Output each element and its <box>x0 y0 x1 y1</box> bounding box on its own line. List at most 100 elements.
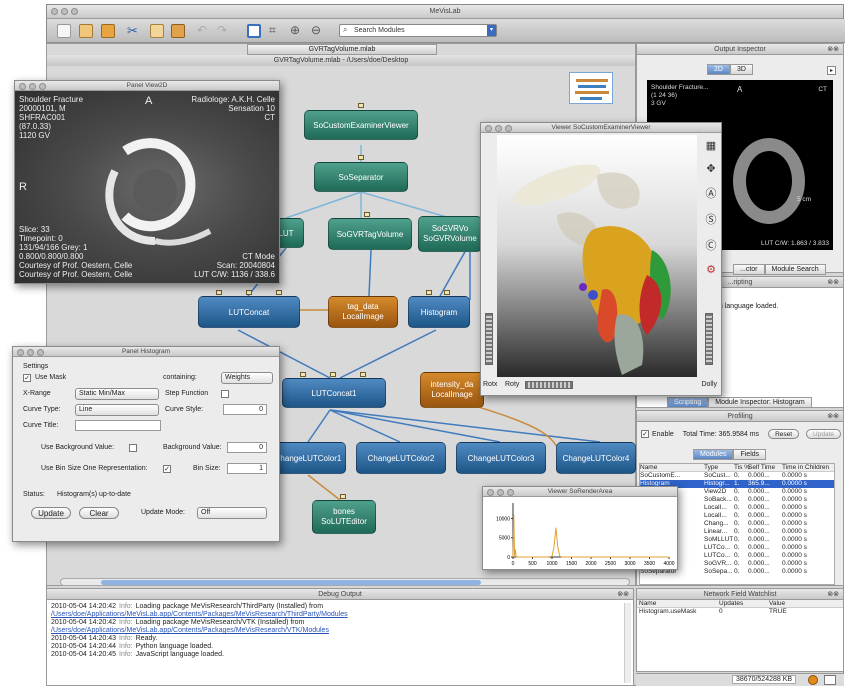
node-label: bones <box>333 507 355 516</box>
enable-checkbox[interactable]: ✓ <box>641 430 649 438</box>
axis-c-icon[interactable]: Ⓒ <box>703 237 719 253</box>
node-port[interactable] <box>246 290 252 295</box>
node-port[interactable] <box>426 290 432 295</box>
tab-module-search[interactable]: Module Search <box>764 264 826 275</box>
tab-modules[interactable]: Modules <box>693 449 734 460</box>
watchlist-row[interactable]: Histogram.useMask 0 TRUE <box>637 608 843 616</box>
xrange-select[interactable]: Static Min/Max <box>75 388 159 400</box>
tab-fields[interactable]: Fields <box>733 449 767 460</box>
close-window-icon[interactable] <box>17 349 24 356</box>
viewer3d-render[interactable] <box>497 135 697 377</box>
minimize-window-icon[interactable] <box>27 349 34 356</box>
zoom-window-icon[interactable] <box>37 349 44 356</box>
axis-a-icon[interactable]: Ⓐ <box>703 185 719 201</box>
output-dropdown-icon[interactable]: ▸ <box>827 66 836 75</box>
node-sogvrtagvolume[interactable]: SoGVRTagVolume <box>328 218 412 250</box>
zoom-window-icon[interactable] <box>507 489 514 496</box>
node-port[interactable] <box>364 212 370 217</box>
use-bg-checkbox[interactable] <box>129 444 137 452</box>
node-port[interactable] <box>276 290 282 295</box>
node-port[interactable] <box>330 372 336 377</box>
move-icon[interactable]: ✥ <box>703 162 719 175</box>
tab-3d[interactable]: 3D <box>729 64 753 75</box>
output-inspector-titlebar: Output Inspector ⊗⊗ <box>637 44 843 55</box>
close-icon[interactable]: ⊗⊗ <box>827 277 839 288</box>
tab-scripting[interactable]: Scripting <box>667 397 709 408</box>
node-changelutcolor1[interactable]: ChangeLUTColor1 <box>270 442 346 474</box>
output-overlay-ct: CT <box>818 86 827 93</box>
zoom-window-icon[interactable] <box>39 83 46 90</box>
tab-2d[interactable]: 2D <box>707 64 730 75</box>
node-bones-solutEditor[interactable]: bones SoLUTEditor <box>312 500 376 534</box>
close-icon[interactable]: ⊗⊗ <box>617 589 629 600</box>
node-port[interactable] <box>216 290 222 295</box>
bg-value-field[interactable]: 0 <box>227 442 267 453</box>
log-link[interactable]: /Users/doe/Applications/MeVisLab.app/Con… <box>51 611 348 618</box>
node-changelutcolor3[interactable]: ChangeLUTColor3 <box>456 442 546 474</box>
curve-type-label: Curve Type: <box>23 406 61 413</box>
log-ts: 2010-05-04 14:20:42 <box>51 603 116 610</box>
bin-size-field[interactable]: 1 <box>227 463 267 474</box>
tab-inspector[interactable]: ...ctor <box>733 264 765 275</box>
table-cell: 0.000... <box>748 496 770 503</box>
curve-title-field[interactable] <box>75 420 161 431</box>
y-tick-label: 5000 <box>499 536 510 542</box>
network-scrollbar[interactable] <box>60 578 630 586</box>
network-scrollbar-thumb[interactable] <box>101 580 481 585</box>
viewer3d-dolly-wheel[interactable] <box>705 313 713 365</box>
node-histogram[interactable]: Histogram <box>408 296 470 328</box>
node-port[interactable] <box>360 372 366 377</box>
zoom-window-icon[interactable] <box>505 125 512 132</box>
close-window-icon[interactable] <box>19 83 26 90</box>
tools-icon[interactable]: ⚙ <box>703 263 719 276</box>
node-label: tag_data <box>347 302 379 311</box>
viewer3d-roty-wheel[interactable] <box>525 381 573 389</box>
close-window-icon[interactable] <box>485 125 492 132</box>
node-lutconcat[interactable]: LUTConcat <box>198 296 300 328</box>
minimize-window-icon[interactable] <box>497 489 504 496</box>
node-changelutcolor4[interactable]: ChangeLUTColor4 <box>556 442 636 474</box>
close-icon[interactable]: ⊗⊗ <box>827 411 839 422</box>
reset-button[interactable]: Reset <box>768 429 800 439</box>
node-port[interactable] <box>444 290 450 295</box>
axis-s-icon[interactable]: Ⓢ <box>703 211 719 227</box>
node-tag-data-localimage[interactable]: tag_data LocalImage <box>328 296 398 328</box>
node-socustomexaminerviewer[interactable]: SoCustomExaminerViewer <box>304 110 418 140</box>
update-button[interactable]: Update <box>806 429 842 439</box>
close-icon[interactable]: ⊗⊗ <box>827 589 839 600</box>
minimize-window-icon[interactable] <box>29 83 36 90</box>
node-port[interactable] <box>340 494 346 499</box>
node-port[interactable] <box>358 103 364 108</box>
close-window-icon[interactable] <box>487 489 494 496</box>
update-mode-select[interactable]: Off <box>197 507 267 519</box>
log-text: Loading package MeVisResearch/VTK (Insta… <box>135 619 305 626</box>
curve-style-field[interactable]: 0 <box>223 404 267 415</box>
table-row[interactable]: SoCustomE... SoCust... 0. 0.000... 0.0000 s <box>640 472 834 480</box>
node-port[interactable] <box>300 372 306 377</box>
node-port[interactable] <box>358 155 364 160</box>
status-indicator-icon[interactable] <box>808 675 818 685</box>
close-icon[interactable]: ⊗⊗ <box>827 44 839 55</box>
view2d-image[interactable]: Shoulder Fracture 20000101, M SHFRAC001 … <box>15 91 279 283</box>
debug-scrollbar[interactable] <box>624 603 631 683</box>
minimize-window-icon[interactable] <box>495 125 502 132</box>
log-link[interactable]: /Users/doe/Applications/MeVisLab.app/Con… <box>51 627 329 634</box>
curve-type-select[interactable]: Line <box>75 404 159 416</box>
node-changelutcolor2[interactable]: ChangeLUTColor2 <box>356 442 446 474</box>
pick-icon[interactable]: ▦ <box>703 139 719 152</box>
tab-module-inspector[interactable]: Module Inspector: Histogram <box>708 397 812 408</box>
use-mask-checkbox[interactable]: ✓ <box>23 374 31 382</box>
containing-select[interactable]: Weights <box>221 372 273 384</box>
node-sogvrvolume[interactable]: SoGVRVo SoGVRVolume <box>418 216 482 252</box>
update-histogram-button[interactable]: Update <box>31 507 71 519</box>
node-soseparator[interactable]: SoSeparator <box>314 162 408 192</box>
clear-histogram-button[interactable]: Clear <box>79 507 119 519</box>
table-cell: 0.0000 s <box>782 512 807 519</box>
step-function-checkbox[interactable] <box>221 390 229 398</box>
node-lutconcat1[interactable]: LUTConcat1 <box>282 378 386 408</box>
viewer3d-left-wheel[interactable] <box>485 313 493 365</box>
node-intensity-localimage[interactable]: intensity_da LocalImage <box>420 372 484 408</box>
use-bin-checkbox[interactable]: ✓ <box>163 465 171 473</box>
console-icon[interactable] <box>824 675 836 685</box>
node-label: SoLUTEditor <box>321 517 367 526</box>
